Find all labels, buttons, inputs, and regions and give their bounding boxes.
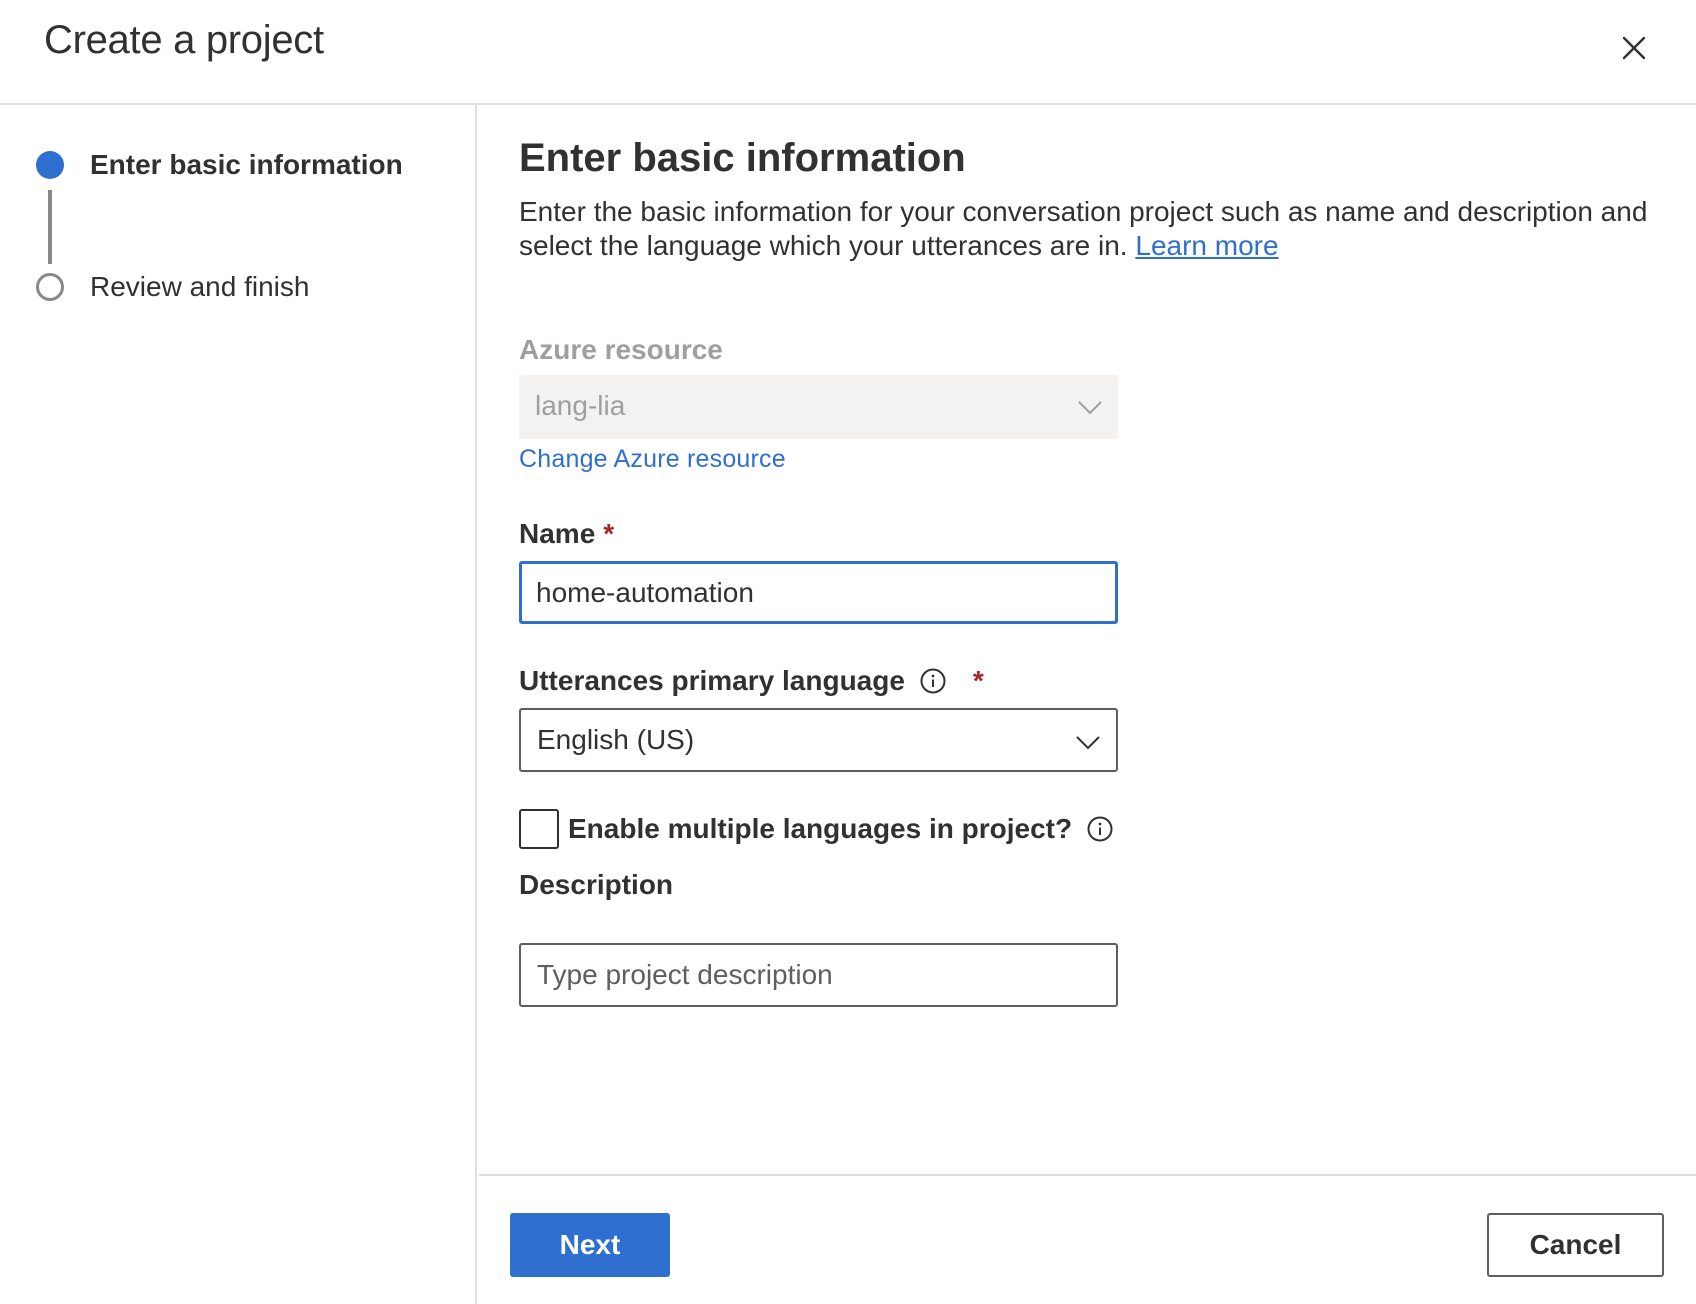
required-asterisk: * [972,665,984,696]
form-panel: Enter basic information Enter the basic … [479,105,1696,1174]
dialog-footer: Next Cancel [479,1174,1696,1304]
azure-resource-label-text: Azure resource [519,334,723,365]
dialog-header: Create a project [0,0,1696,105]
info-icon[interactable] [919,667,947,695]
step-review-and-finish: Review and finish [36,271,309,303]
multiple-languages-label: Enable multiple languages in project? [568,813,1073,844]
dialog-title: Create a project [44,18,324,62]
step-enter-basic-information: Enter basic information [36,149,403,181]
required-asterisk: * [603,518,615,549]
section-description: Enter the basic information for your con… [519,195,1669,263]
language-label: Utterances primary language * [519,665,984,697]
close-icon[interactable] [1616,30,1652,66]
description-input[interactable] [519,943,1118,1007]
step-connector [48,190,52,264]
step-label: Enter basic information [90,149,403,180]
language-label-text: Utterances primary language [519,665,905,696]
change-azure-resource-link[interactable]: Change Azure resource [519,445,786,474]
language-value: English (US) [537,724,695,755]
azure-resource-value: lang-lia [535,390,626,421]
description-label: Description [519,869,673,901]
multiple-languages-row: Enable multiple languages in project? [519,809,1114,849]
name-input[interactable] [519,561,1118,624]
cancel-button[interactable]: Cancel [1487,1213,1664,1277]
learn-more-link[interactable]: Learn more [1135,230,1278,261]
next-button[interactable]: Next [510,1213,670,1277]
description-text: Enter the basic information for your con… [519,196,1648,261]
name-label-text: Name [519,518,596,549]
step-active-indicator-icon [36,151,64,179]
chevron-down-icon [1078,401,1102,415]
chevron-down-icon [1076,736,1100,750]
wizard-steps-sidebar: Enter basic information Review and finis… [0,105,477,1304]
azure-resource-dropdown: lang-lia [519,375,1118,439]
info-icon[interactable] [1086,815,1114,843]
multiple-languages-checkbox[interactable] [519,809,559,849]
language-dropdown[interactable]: English (US) [519,708,1118,772]
section-heading: Enter basic information [519,136,966,180]
step-label: Review and finish [90,271,310,302]
description-label-text: Description [519,869,674,900]
step-pending-indicator-icon [36,273,64,301]
azure-resource-label: Azure resource [519,334,723,366]
name-label: Name * [519,518,614,550]
